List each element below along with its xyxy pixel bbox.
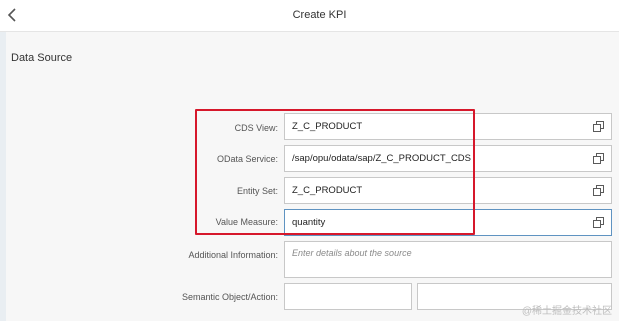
page-title: Create KPI [292,9,347,21]
section-title-data-source: Data Source [11,52,73,64]
cds-view-field[interactable]: Z_C_PRODUCT [284,113,612,140]
entity-set-value: Z_C_PRODUCT [292,185,363,196]
entity-set-field[interactable]: Z_C_PRODUCT [284,177,612,204]
additional-info-label: Additional Information: [188,250,278,260]
semantic-object-action-label: Semantic Object/Action: [181,292,278,302]
value-help-icon[interactable] [593,153,604,164]
cds-view-label: CDS View: [234,123,278,133]
odata-service-value: /sap/opu/odata/sap/Z_C_PRODUCT_CDS [292,153,471,164]
cds-view-value: Z_C_PRODUCT [292,121,363,132]
value-measure-field[interactable]: quantity [284,209,612,236]
semantic-object-input[interactable] [284,283,412,310]
value-measure-value: quantity [292,217,326,228]
value-help-icon[interactable] [593,185,604,196]
page-header: Create KPI [0,0,619,32]
value-measure-label: Value Measure: [215,217,278,227]
additional-info-textarea[interactable]: Enter details about the source [284,241,612,278]
value-help-icon[interactable] [593,121,604,132]
odata-service-field[interactable]: /sap/opu/odata/sap/Z_C_PRODUCT_CDS [284,145,612,172]
watermark: @稀土掘金技术社区 [521,306,612,317]
additional-info-placeholder: Enter details about the source [292,248,412,258]
entity-set-label: Entity Set: [236,186,278,196]
odata-service-label: OData Service: [216,154,278,164]
value-help-icon[interactable] [593,217,604,228]
